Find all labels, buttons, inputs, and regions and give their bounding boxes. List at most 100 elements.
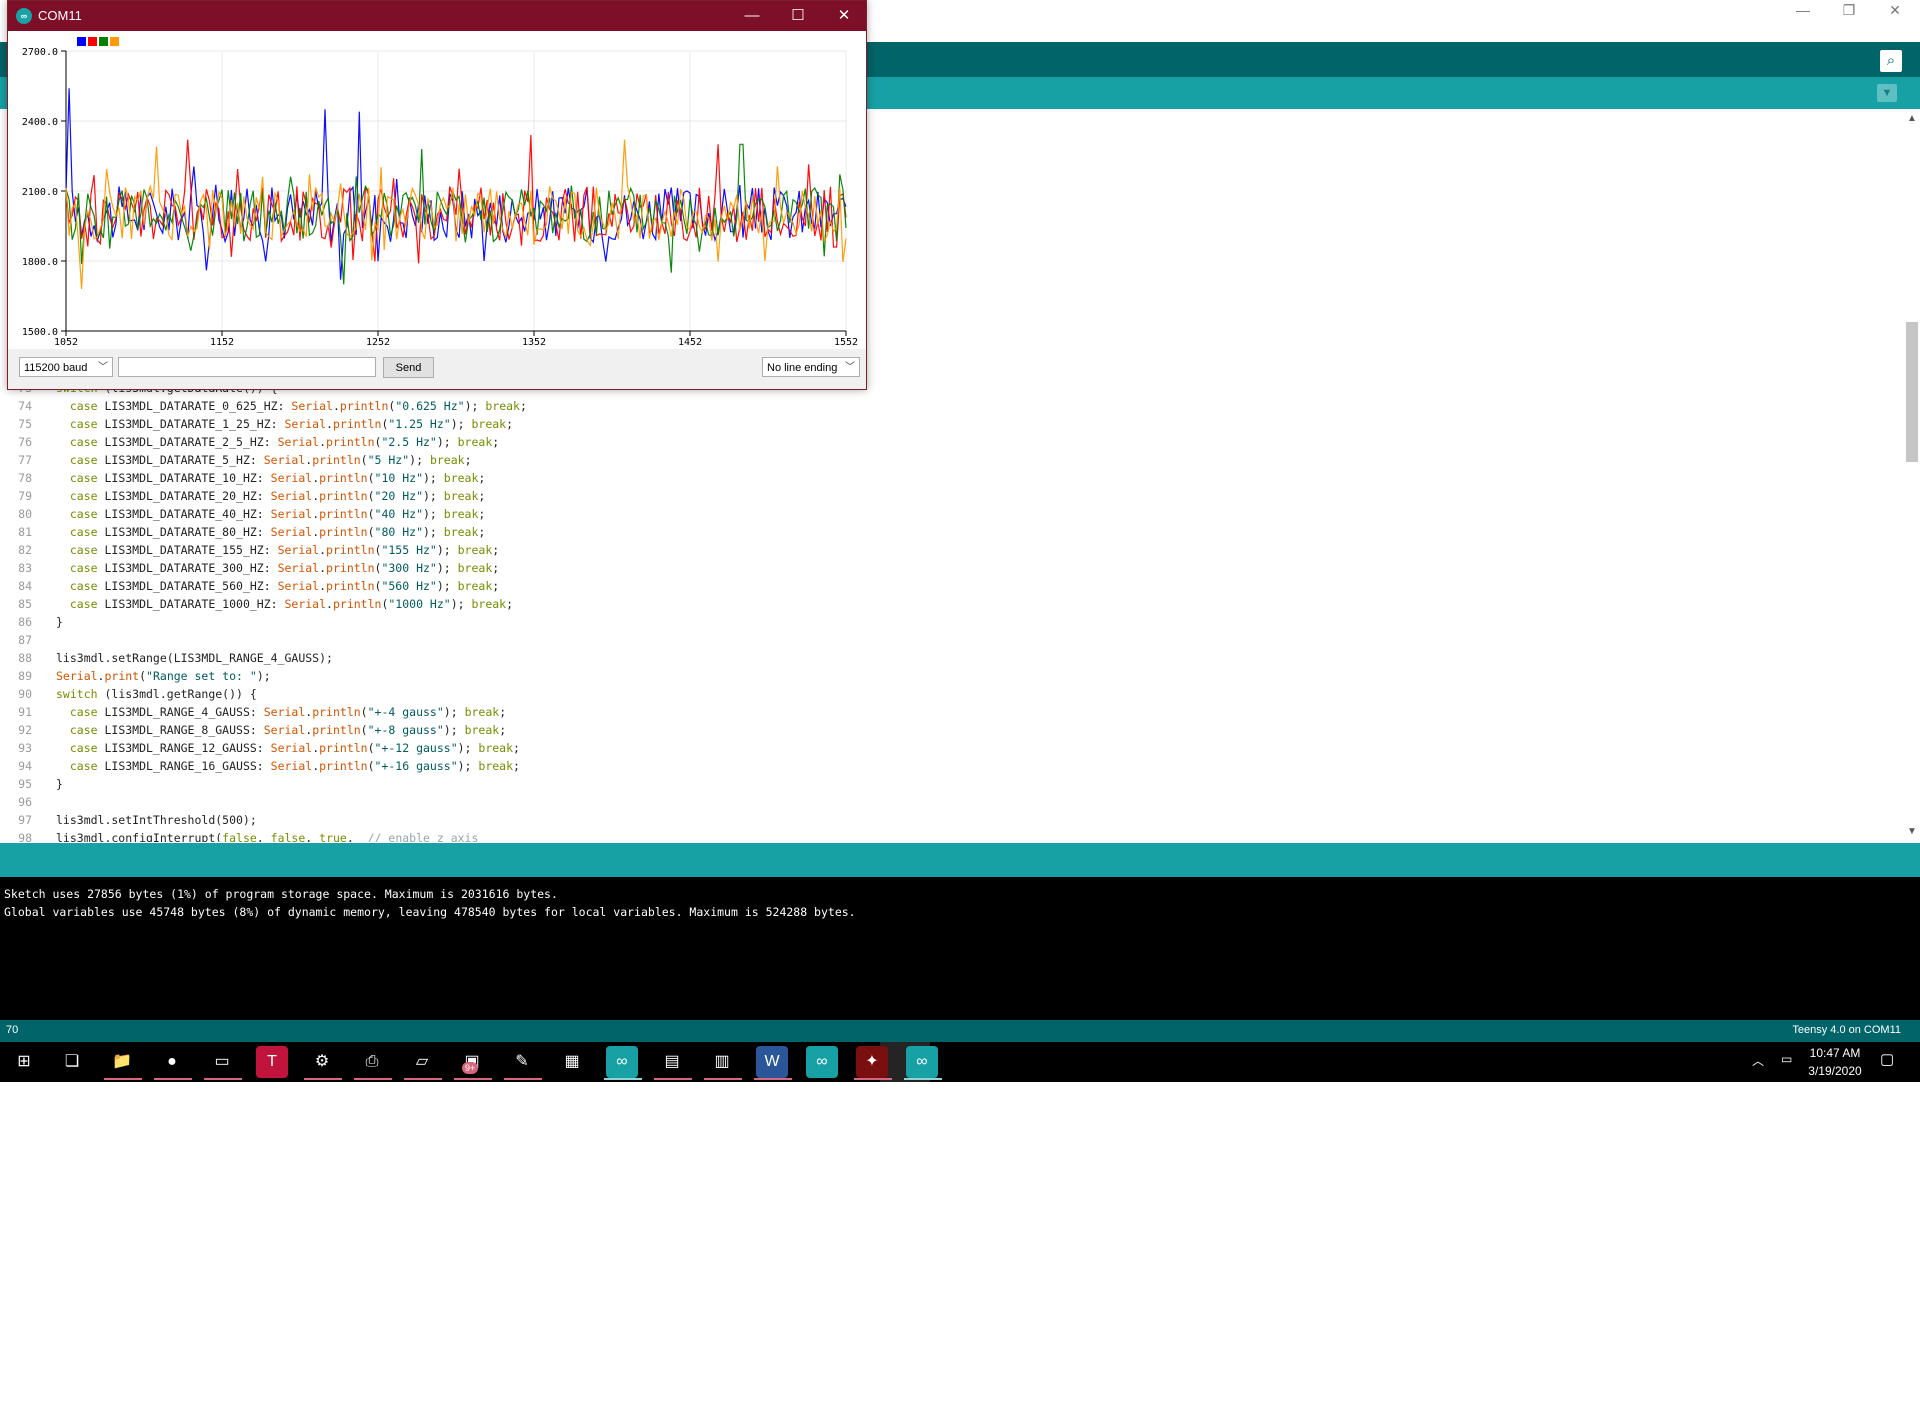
code-token: "10 Hz" [374,471,423,485]
task-view-icon[interactable]: ❏ [56,1046,88,1078]
code-token: case [56,597,98,611]
code-token: Serial [263,453,306,467]
code-token: break [478,741,514,755]
code-text: case LIS3MDL_DATARATE_5_HZ: Serial.print… [56,451,472,469]
code-token: Serial [263,705,306,719]
code-token: ; [513,759,520,773]
line-number: 90 [18,687,32,701]
code-token: ( [367,507,375,521]
code-token: "+-4 gauss" [367,705,444,719]
terminal-icon[interactable]: ▭ [206,1046,238,1078]
taskbar-clock[interactable]: 10:47 AM 3/19/2020 [1795,1044,1875,1080]
start-icon[interactable]: ⊞ [8,1046,40,1078]
code-token: "+-8 gauss" [367,723,444,737]
plotter-title: COM11 [38,8,82,23]
file-explorer-icon[interactable]: 📁 [106,1046,138,1078]
printer-icon[interactable]: ⎙ [356,1046,388,1078]
code-token: } [56,777,63,791]
code-text: Serial.print("Range set to: "); [56,667,271,685]
notes-icon[interactable]: ▱ [406,1046,438,1078]
code-token: ; [464,453,472,467]
scroll-thumb[interactable] [1906,322,1918,462]
code-token: . [332,399,340,413]
line-number: 81 [18,525,32,539]
code-line: 86} [0,613,1904,631]
arduino-icon[interactable]: ∞ [806,1046,838,1078]
plotter-controls: 115200 baud ﹀ Send No line ending ﹀ [8,349,866,389]
plotter-close-button[interactable]: ✕ [821,1,867,31]
serial-input[interactable] [118,357,376,377]
code-token: println [319,759,368,773]
code-token: "560 Hz" [381,579,437,593]
code-token: ; [492,561,500,575]
code-line: 96 [0,793,1904,811]
ide-close-button[interactable]: ✕ [1872,0,1918,20]
code-token: ; [499,705,507,719]
scroll-up-icon[interactable]: ▲ [1904,111,1920,127]
steam-icon[interactable]: ⚙ [306,1046,338,1078]
code-token: } [56,615,63,629]
code-text: lis3mdl.setIntThreshold(500); [56,811,257,829]
code-token: println [319,525,368,539]
spreadsheet-icon[interactable]: ▥ [706,1046,738,1078]
calculator-icon[interactable]: ▦ [556,1046,588,1078]
battery-icon[interactable]: ▭ [1781,1052,1792,1066]
code-token: Serial [277,543,320,557]
code-token: ( [367,741,375,755]
code-text: case LIS3MDL_DATARATE_2_5_HZ: Serial.pri… [56,433,499,451]
code-token: case [56,435,98,449]
code-token: ; [499,723,507,737]
code-token: LIS3MDL_DATARATE_20_HZ: [97,489,271,503]
code-token: LIS3MDL_DATARATE_5_HZ: [97,453,264,467]
red-app-icon[interactable]: ✦ [856,1046,888,1078]
line-ending-select[interactable]: No line ending ﹀ [762,357,860,377]
code-token: println [312,723,361,737]
code-token: LIS3MDL_DATARATE_0_625_HZ: [97,399,292,413]
code-text: case LIS3MDL_DATARATE_40_HZ: Serial.prin… [56,505,486,523]
baud-select[interactable]: 115200 baud ﹀ [19,357,113,377]
code-token: ; [506,417,514,431]
code-token: println [326,435,375,449]
circuit-board-icon[interactable]: ▤ [656,1046,688,1078]
code-token: Serial [56,669,98,683]
ide-minimize-button[interactable]: — [1780,0,1826,20]
code-token: break [443,489,479,503]
code-token: Serial [291,399,333,413]
arduino-icon[interactable]: ∞ [606,1046,638,1078]
series-line [65,88,847,280]
code-lines: 73switch (lis3mdl.getDataRate()) {74 cas… [0,379,1904,842]
word-icon[interactable]: W [756,1046,788,1078]
code-token: LIS3MDL_DATARATE_40_HZ: [97,507,271,521]
code-token: LIS3MDL_DATARATE_10_HZ: [97,471,271,485]
code-text: case LIS3MDL_DATARATE_80_HZ: Serial.prin… [56,523,486,541]
notifications-icon[interactable]: ▢ [1880,1050,1894,1068]
code-token: Serial [270,507,313,521]
code-token: break [478,759,514,773]
line-number: 96 [18,795,32,809]
code-token: ; [492,579,500,593]
code-token: LIS3MDL_DATARATE_560_HZ: [97,579,278,593]
arduino-active-icon[interactable]: ∞ [906,1046,938,1078]
code-token: println [332,417,382,431]
x-tick-label: 1352 [522,337,546,348]
plotter-minimize-button[interactable]: — [729,1,775,31]
paint-icon[interactable]: ✎ [506,1046,538,1078]
tray-chevron-icon[interactable]: ︿ [1752,1052,1764,1069]
code-line: 76 case LIS3MDL_DATARATE_2_5_HZ: Serial.… [0,433,1904,451]
todoist-icon[interactable]: T [256,1046,288,1078]
serial-monitor-icon[interactable]: ⌕ [1880,50,1902,72]
baud-value: 115200 baud [24,362,88,374]
editor-scrollbar[interactable] [1904,109,1920,842]
ide-restore-button[interactable]: ❐ [1826,0,1872,20]
plotter-maximize-button[interactable]: ☐ [775,1,821,31]
tab-menu-chevron-icon[interactable]: ▼ [1877,84,1897,102]
send-button[interactable]: Send [383,357,434,378]
code-token: break [443,471,479,485]
code-token: false [270,831,306,842]
scroll-down-icon[interactable]: ▼ [1904,824,1920,840]
code-token: "40 Hz" [374,507,423,521]
chrome-icon[interactable]: ● [156,1046,188,1078]
x-tick-label: 1452 [678,337,702,348]
console-divider[interactable] [0,843,1920,877]
line-number: 74 [18,399,32,413]
